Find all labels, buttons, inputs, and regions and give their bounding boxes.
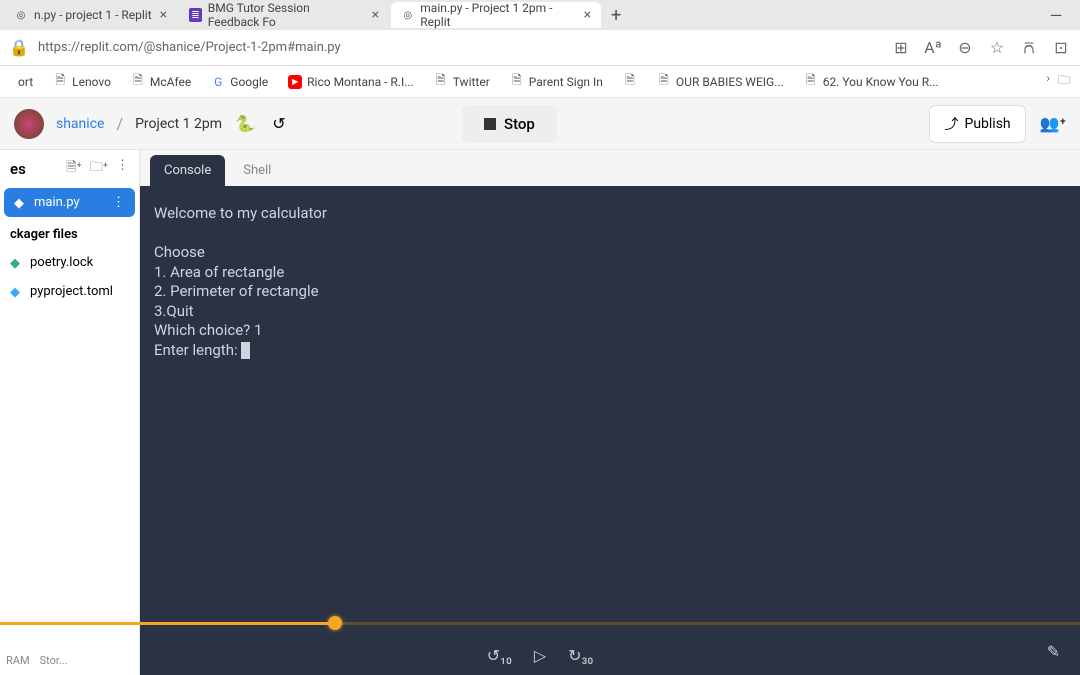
topbar-right: ⤴ Publish 👥⁺ [929, 105, 1066, 143]
minimize-button[interactable]: — [1036, 2, 1076, 28]
tab-title: n.py - project 1 - Replit [34, 8, 152, 22]
file-menu-icon[interactable]: ⋮ [112, 195, 125, 210]
bookmark-item[interactable]: 🗎McAfee [123, 71, 199, 93]
stop-button[interactable]: Stop [462, 105, 557, 143]
replit-topbar: shanice / Project 1 2pm 🐍 ↺ Stop ⤴ Publi… [0, 98, 1080, 150]
console-output[interactable]: Welcome to my calculator Choose 1. Area … [140, 186, 1080, 675]
favorite-icon[interactable]: ☆ [988, 39, 1006, 57]
play-icon[interactable]: ▷ [534, 646, 546, 665]
file-sidebar: es 🗎⁺ 🗀⁺ ⋮ ◆ main.py ⋮ ckager files ◆ po… [0, 150, 140, 675]
page-icon: 🗎 [623, 75, 637, 89]
browser-tab[interactable]: ≣ BMG Tutor Session Feedback Fo × [179, 2, 389, 28]
toml-file-icon: ◆ [10, 285, 24, 299]
main-area: es 🗎⁺ 🗀⁺ ⋮ ◆ main.py ⋮ ckager files ◆ po… [0, 150, 1080, 675]
breadcrumb-separator: / [116, 114, 123, 133]
app-icon[interactable]: ⊡ [1052, 39, 1070, 57]
close-icon[interactable]: × [584, 7, 591, 23]
new-file-icon[interactable]: 🗎⁺ [66, 158, 82, 180]
forward-icon[interactable]: ↻₃₀ [568, 646, 593, 665]
files-heading: es [10, 160, 26, 178]
google-icon: G [211, 75, 225, 89]
tab-title: BMG Tutor Session Feedback Fo [208, 1, 364, 29]
project-name[interactable]: Project 1 2pm [135, 116, 222, 132]
zoom-icon[interactable]: ⊖ [956, 39, 974, 57]
extension-icon[interactable]: ⊞ [892, 39, 910, 57]
ram-label: RAM [6, 654, 30, 667]
upload-icon: ⤴ [944, 114, 958, 134]
page-icon: 🗎 [53, 75, 67, 89]
editor-area: Console Shell Welcome to my calculator C… [140, 150, 1080, 675]
youtube-icon: ▶ [288, 75, 302, 89]
bookmark-item[interactable]: 🗎 [615, 71, 645, 93]
text-cursor [241, 342, 250, 359]
url-field[interactable]: https://replit.com/@shanice/Project-1-2p… [38, 40, 882, 55]
page-icon: 🗎 [804, 75, 818, 89]
bookmark-item[interactable]: ▶Rico Montana - R.I... [280, 71, 422, 93]
text-icon[interactable]: Aª [924, 39, 942, 57]
page-icon: 🗎 [434, 75, 448, 89]
replit-icon: ◎ [14, 8, 28, 22]
editor-tabs: Console Shell [140, 150, 1080, 186]
python-file-icon: ◆ [14, 196, 28, 210]
close-icon[interactable]: × [372, 7, 379, 23]
stop-icon [484, 118, 496, 130]
avatar[interactable] [14, 109, 44, 139]
file-item-main[interactable]: ◆ main.py ⋮ [4, 188, 135, 217]
browser-tab-active[interactable]: ◎ main.py - Project 1 2pm - Replit × [391, 2, 601, 28]
python-icon[interactable]: 🐍 [234, 113, 256, 135]
sidebar-actions: 🗎⁺ 🗀⁺ ⋮ [66, 158, 129, 180]
bookmark-item[interactable]: 🗎Lenovo [45, 71, 119, 93]
bookmark-overflow: › 🗀 [1046, 71, 1070, 92]
new-tab-button[interactable]: + [603, 2, 629, 28]
bookmarks-bar: ort 🗎Lenovo 🗎McAfee GGoogle ▶Rico Montan… [0, 66, 1080, 98]
folder-icon[interactable]: 🗀 [1058, 71, 1070, 92]
username-link[interactable]: shanice [56, 116, 104, 132]
page-icon: 🗎 [131, 75, 145, 89]
sidebar-footer: RAM Stor... [0, 646, 139, 675]
packager-heading: ckager files [0, 217, 139, 248]
sidebar-header: es 🗎⁺ 🗀⁺ ⋮ [0, 150, 139, 188]
address-actions: ⊞ Aª ⊖ ☆ ⩃ ⊡ [892, 39, 1070, 57]
replit-icon: ◎ [401, 8, 414, 22]
invite-icon[interactable]: 👥⁺ [1040, 114, 1066, 133]
history-icon[interactable]: ↺ [268, 113, 290, 135]
collections-icon[interactable]: ⩃ [1020, 39, 1038, 57]
browser-tab-strip: ◎ n.py - project 1 - Replit × ≣ BMG Tuto… [0, 0, 1080, 30]
rewind-icon[interactable]: ↺₁₀ [487, 646, 512, 665]
chevron-right-icon[interactable]: › [1046, 71, 1050, 92]
new-folder-icon[interactable]: 🗀⁺ [90, 158, 108, 180]
bookmark-item[interactable]: 🗎Twitter [426, 71, 498, 93]
bookmark-item[interactable]: 🗎OUR BABIES WEIG... [649, 71, 792, 93]
video-controls: ↺₁₀ ▷ ↻₃₀ [487, 646, 594, 665]
address-bar: 🔒 https://replit.com/@shanice/Project-1-… [0, 30, 1080, 66]
bookmark-item[interactable]: 🗎62. You Know You R... [796, 71, 947, 93]
more-icon[interactable]: ⋮ [116, 158, 129, 180]
storage-label: Stor... [40, 654, 68, 667]
forms-icon: ≣ [189, 8, 202, 22]
bookmark-item[interactable]: 🗎Parent Sign In [502, 71, 611, 93]
bookmark-item[interactable]: ort [10, 71, 41, 93]
lock-icon[interactable]: 🔒 [10, 39, 28, 57]
tab-console[interactable]: Console [150, 155, 225, 186]
file-item[interactable]: ◆ pyproject.toml [0, 277, 139, 306]
page-icon: 🗎 [510, 75, 524, 89]
lock-file-icon: ◆ [10, 256, 24, 270]
browser-tab[interactable]: ◎ n.py - project 1 - Replit × [4, 2, 177, 28]
tab-shell[interactable]: Shell [229, 155, 285, 186]
bookmark-item[interactable]: GGoogle [203, 71, 276, 93]
file-item[interactable]: ◆ poetry.lock [0, 248, 139, 277]
publish-button[interactable]: ⤴ Publish [929, 105, 1025, 143]
page-icon: 🗎 [657, 75, 671, 89]
tab-title: main.py - Project 1 2pm - Replit [420, 1, 575, 29]
edit-icon[interactable]: ✎ [1047, 642, 1060, 661]
close-icon[interactable]: × [160, 7, 167, 23]
